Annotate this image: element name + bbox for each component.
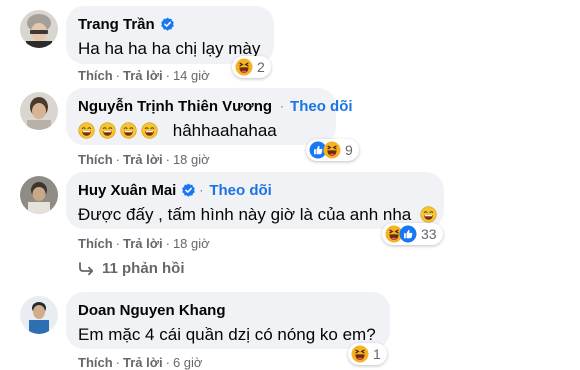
laughing-emoji-icon xyxy=(120,122,137,139)
verified-badge-icon xyxy=(160,17,175,32)
timestamp[interactable]: 14 giờ xyxy=(173,68,210,83)
comment-text: Được đấy , tấm hình này giờ là của anh n… xyxy=(78,205,430,225)
like-icon xyxy=(399,225,417,243)
author-name[interactable]: Trang Trần xyxy=(78,16,155,33)
verified-badge-icon xyxy=(181,183,196,198)
reply-link[interactable]: Trả lời xyxy=(123,152,163,167)
laughing-emoji-icon xyxy=(99,122,116,139)
comment-actions: Thích · Trả lời · 18 giờ xyxy=(78,152,210,167)
reply-arrow-icon xyxy=(79,261,94,275)
comment-text-body: hâhhaahahaa xyxy=(172,121,277,140)
comment-bubble: Huy Xuân Mai · Theo dõi Được đấy , tấm h… xyxy=(66,172,444,229)
comment-bubble: Doan Nguyen Khang Em mặc 4 cái quần dzị … xyxy=(66,292,390,349)
reaction-count: 2 xyxy=(257,59,265,75)
author-name[interactable]: Huy Xuân Mai xyxy=(78,182,176,199)
follow-button[interactable]: Theo dõi xyxy=(290,98,353,115)
comment-text-body: Được đấy , tấm hình này giờ là của anh n… xyxy=(78,205,412,224)
like-link[interactable]: Thích xyxy=(78,152,113,167)
replies-count-label[interactable]: 11 phản hồi xyxy=(102,260,185,277)
comment-text: hâhhaahahaa xyxy=(78,121,322,141)
view-replies-link[interactable]: 11 phản hồi xyxy=(78,260,185,277)
reaction-count: 9 xyxy=(345,142,353,158)
reaction-summary[interactable]: 9 xyxy=(306,139,359,161)
haha-icon xyxy=(351,345,369,363)
timestamp[interactable]: 18 giờ xyxy=(173,152,210,167)
avatar[interactable] xyxy=(20,10,58,48)
laughing-emoji-icon xyxy=(141,122,158,139)
laughing-emoji-icon xyxy=(78,122,95,139)
reaction-count: 1 xyxy=(373,346,381,362)
like-link[interactable]: Thích xyxy=(78,68,113,83)
reply-link[interactable]: Trả lời xyxy=(123,236,163,251)
reaction-summary[interactable]: 33 xyxy=(382,223,443,245)
comment-bubble: Nguyễn Trịnh Thiên Vương · Theo dõi hâhh… xyxy=(66,88,353,145)
avatar[interactable] xyxy=(20,176,58,214)
reply-link[interactable]: Trả lời xyxy=(123,68,163,83)
timestamp[interactable]: 6 giờ xyxy=(173,355,203,370)
laughing-emoji-icon xyxy=(420,206,437,223)
reaction-count: 33 xyxy=(421,226,437,242)
reaction-summary[interactable]: 1 xyxy=(348,343,387,365)
avatar[interactable] xyxy=(20,92,58,130)
haha-icon xyxy=(235,58,253,76)
avatar[interactable] xyxy=(20,296,58,334)
comment-actions: Thích · Trả lời · 18 giờ xyxy=(78,236,210,251)
reply-link[interactable]: Trả lời xyxy=(123,355,163,370)
timestamp[interactable]: 18 giờ xyxy=(173,236,210,251)
comment-text: Ha ha ha ha chị lạy mày xyxy=(78,39,261,58)
comment-actions: Thích · Trả lời · 14 giờ xyxy=(78,68,210,83)
like-link[interactable]: Thích xyxy=(78,355,113,370)
author-name[interactable]: Nguyễn Trịnh Thiên Vương xyxy=(78,98,272,115)
reaction-summary[interactable]: 2 xyxy=(232,56,271,78)
follow-button[interactable]: Theo dõi xyxy=(209,182,272,199)
author-name[interactable]: Doan Nguyen Khang xyxy=(78,302,226,319)
like-link[interactable]: Thích xyxy=(78,236,113,251)
comment-text: Em mặc 4 cái quần dzị có nóng ko em? xyxy=(78,325,376,344)
haha-icon xyxy=(323,141,341,159)
comment-actions: Thích · Trả lời · 6 giờ xyxy=(78,355,203,370)
